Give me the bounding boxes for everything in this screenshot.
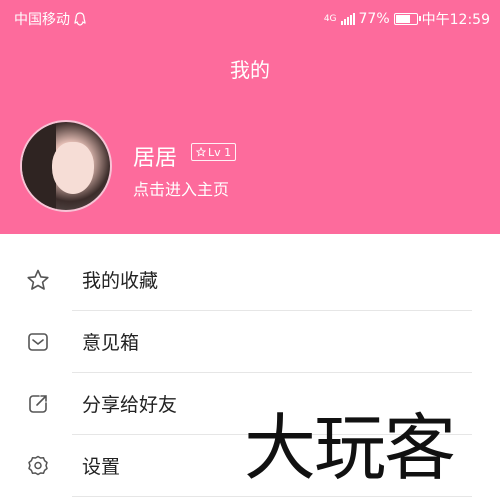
star-icon: [27, 269, 49, 290]
profile-header: 中国移动 4G 77% 中午12:59 我的 居居 Lv 1 点击进入主页: [0, 0, 500, 234]
menu-label: 意见箱: [82, 332, 140, 354]
page-title: 我的: [230, 58, 270, 82]
carrier-name: 中国移动: [14, 12, 70, 28]
avatar-hair: [22, 122, 56, 210]
divider: [72, 496, 472, 497]
avatar-face: [52, 142, 94, 194]
mail-icon: [28, 333, 48, 351]
menu-item-feedback[interactable]: 意见箱: [0, 310, 500, 372]
network-type: 4G: [323, 14, 337, 24]
qq-icon: [74, 11, 86, 26]
menu-item-favorites[interactable]: 我的收藏: [0, 248, 500, 310]
level-badge: Lv 1: [191, 143, 237, 161]
battery-icon: [393, 13, 421, 25]
battery-fill: [395, 15, 410, 23]
star-outline-icon: [196, 147, 206, 157]
share-icon: [29, 395, 47, 413]
carrier-group: 中国移动: [14, 9, 86, 29]
signal-icon: [340, 13, 355, 25]
status-bar: 中国移动 4G 77% 中午12:59: [0, 0, 500, 34]
battery-percent: 77%: [358, 11, 390, 27]
gear-icon: [28, 455, 48, 476]
menu-label: 设置: [82, 456, 121, 478]
level-text: Lv 1: [208, 145, 232, 159]
avatar[interactable]: [20, 120, 112, 212]
menu-label: 我的收藏: [82, 270, 159, 292]
watermark-text: 大玩客: [244, 406, 456, 490]
homepage-link[interactable]: 点击进入主页: [133, 176, 229, 200]
username: 居居: [133, 146, 178, 171]
menu-label: 分享给好友: [82, 394, 178, 416]
clock: 中午12:59: [421, 12, 490, 28]
status-right: 4G 77% 中午12:59: [324, 9, 490, 29]
